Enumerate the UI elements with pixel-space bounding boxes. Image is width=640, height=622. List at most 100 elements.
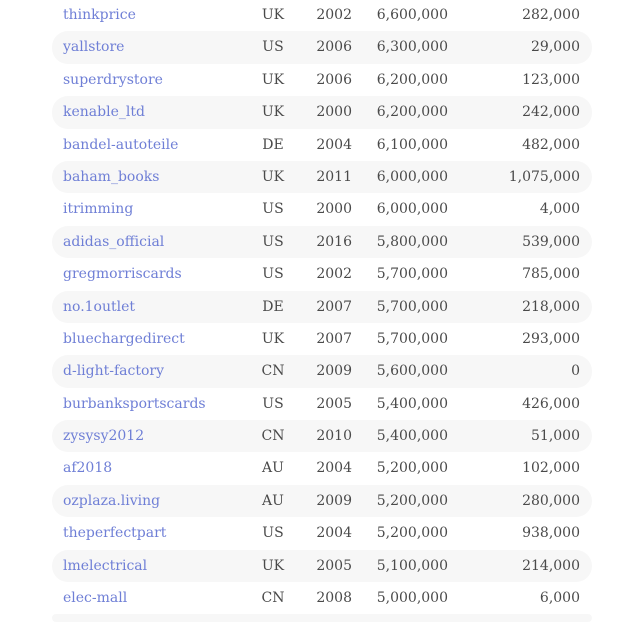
feedback-cell: 6,000,000: [376, 201, 448, 218]
year-cell: 2007: [316, 330, 352, 347]
feedback-cell: 6,100,000: [376, 136, 448, 153]
country-cell: US: [262, 233, 284, 250]
feedback-cell: 5,700,000: [376, 330, 448, 347]
seller-link[interactable]: itrimming: [63, 193, 133, 225]
feedback-cell: 5,600,000: [376, 363, 448, 380]
year-cell: 2016: [316, 233, 352, 250]
year-cell: 2004: [316, 525, 352, 542]
feedback-cell: 5,200,000: [376, 525, 448, 542]
seller-link[interactable]: elec-mall: [63, 582, 127, 614]
country-cell: AU: [262, 492, 284, 509]
year-cell: 2002: [316, 7, 352, 23]
feedback-cell: 6,000,000: [376, 168, 448, 185]
items-cell: 293,000: [522, 330, 580, 347]
year-cell: 2008: [316, 590, 352, 607]
table-row: yallstore US 2006 6,300,000 29,000: [52, 31, 592, 64]
items-cell: 51,000: [531, 428, 580, 445]
country-cell: UK: [261, 7, 285, 23]
seller-link[interactable]: superdrystore: [63, 64, 163, 96]
year-cell: 2011: [316, 168, 352, 185]
items-cell: 482,000: [522, 136, 580, 153]
items-cell: 29,000: [531, 39, 580, 56]
items-cell: 282,000: [522, 7, 580, 23]
table-row: zysysy2012 CN 2010 5,400,000 51,000: [52, 420, 592, 453]
sellers-table: thinkprice UK 2002 6,600,000 282,000 yal…: [52, 0, 592, 622]
table-row: adidas_official US 2016 5,800,000 539,00…: [52, 225, 592, 259]
year-cell: 2009: [316, 363, 352, 380]
seller-link[interactable]: d-light-factory: [63, 355, 164, 387]
table-row: lmelectrical UK 2005 5,100,000 214,000: [52, 549, 592, 583]
feedback-cell: 5,400,000: [376, 395, 448, 412]
table-row: bandel-autoteile DE 2004 6,100,000 482,0…: [52, 129, 592, 161]
table-row: theperfectpart US 2004 5,200,000 938,000: [52, 517, 592, 549]
items-cell: 6,000: [539, 590, 580, 607]
country-cell: CN: [261, 590, 285, 607]
year-cell: 2000: [316, 104, 352, 121]
table-row: no.1outlet DE 2007 5,700,000 218,000: [52, 290, 592, 323]
items-cell: 218,000: [522, 298, 580, 315]
year-cell: 2006: [316, 71, 352, 88]
feedback-cell: 6,300,000: [376, 39, 448, 56]
country-cell: UK: [261, 168, 285, 185]
seller-link[interactable]: no.1outlet: [63, 291, 135, 323]
year-cell: 2009: [316, 492, 352, 509]
table-row-partial: [52, 614, 592, 622]
feedback-cell: 5,200,000: [376, 460, 448, 477]
table-row: itrimming US 2000 6,000,000 4,000: [52, 193, 592, 225]
country-cell: US: [262, 201, 284, 218]
seller-link[interactable]: baham_books: [63, 161, 159, 193]
seller-link[interactable]: bluechargedirect: [63, 323, 185, 355]
country-cell: US: [262, 39, 284, 56]
seller-link[interactable]: burbanksportscards: [63, 388, 206, 420]
items-cell: 214,000: [522, 557, 580, 574]
table-row: kenable_ltd UK 2000 6,200,000 242,000: [52, 96, 592, 129]
items-cell: 0: [571, 363, 580, 380]
items-cell: 4,000: [539, 201, 580, 218]
seller-link[interactable]: adidas_official: [63, 226, 164, 258]
seller-link[interactable]: yallstore: [63, 31, 124, 63]
year-cell: 2002: [316, 266, 352, 283]
seller-link[interactable]: kenable_ltd: [63, 96, 145, 128]
year-cell: 2004: [316, 460, 352, 477]
items-cell: 242,000: [522, 104, 580, 121]
year-cell: 2000: [316, 201, 352, 218]
country-cell: CN: [261, 363, 285, 380]
feedback-cell: 5,800,000: [376, 233, 448, 250]
country-cell: UK: [261, 71, 285, 88]
items-cell: 123,000: [522, 71, 580, 88]
items-cell: 426,000: [522, 395, 580, 412]
year-cell: 2007: [316, 298, 352, 315]
items-cell: 102,000: [522, 460, 580, 477]
items-cell: 539,000: [522, 233, 580, 250]
table-row: elec-mall CN 2008 5,000,000 6,000: [52, 582, 592, 614]
country-cell: US: [262, 266, 284, 283]
items-cell: 280,000: [522, 492, 580, 509]
country-cell: DE: [262, 298, 284, 315]
table-row: baham_books UK 2011 6,000,000 1,075,000: [52, 160, 592, 194]
seller-link[interactable]: thinkprice: [63, 0, 136, 31]
seller-link[interactable]: zysysy2012: [63, 420, 144, 452]
feedback-cell: 6,200,000: [376, 71, 448, 88]
country-cell: CN: [261, 428, 285, 445]
year-cell: 2005: [316, 395, 352, 412]
seller-link[interactable]: af2018: [63, 452, 112, 484]
feedback-cell: 5,000,000: [376, 590, 448, 607]
seller-link[interactable]: theperfectpart: [63, 517, 166, 549]
country-cell: UK: [261, 557, 285, 574]
seller-link[interactable]: bandel-autoteile: [63, 129, 178, 161]
year-cell: 2006: [316, 39, 352, 56]
feedback-cell: 5,200,000: [376, 492, 448, 509]
country-cell: US: [262, 525, 284, 542]
country-cell: AU: [262, 460, 284, 477]
table-row: thinkprice UK 2002 6,600,000 282,000: [52, 0, 592, 31]
seller-link[interactable]: ozplaza.living: [63, 485, 160, 517]
table-row: ozplaza.living AU 2009 5,200,000 280,000: [52, 484, 592, 518]
feedback-cell: 5,100,000: [376, 557, 448, 574]
seller-link[interactable]: lmelectrical: [63, 550, 147, 582]
country-cell: UK: [261, 330, 285, 347]
year-cell: 2004: [316, 136, 352, 153]
year-cell: 2010: [316, 428, 352, 445]
feedback-cell: 5,700,000: [376, 266, 448, 283]
country-cell: DE: [262, 136, 284, 153]
seller-link[interactable]: gregmorriscards: [63, 258, 182, 290]
